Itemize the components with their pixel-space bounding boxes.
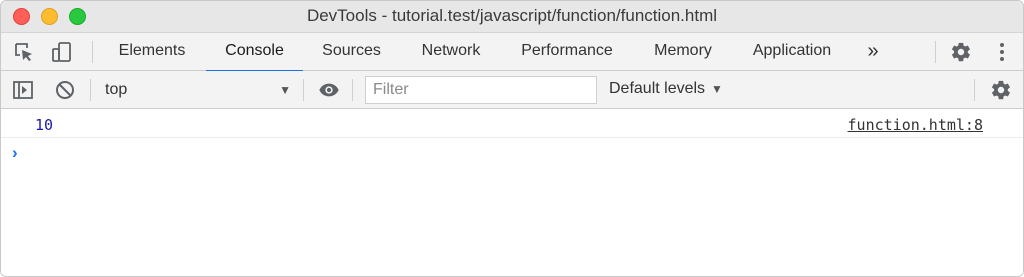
context-value: top [105,81,128,98]
tab-elements[interactable]: Elements [105,33,199,71]
tab-sources[interactable]: Sources [310,33,393,71]
prompt-chevron-icon: › [12,143,18,162]
context-select[interactable]: top ▼ [99,77,297,103]
console-toolbar: top ▼ Default levels ▼ [1,71,1023,109]
kebab-menu-icon[interactable] [991,41,1013,63]
filter-input[interactable] [365,76,597,104]
main-toolbar: Elements Console Sources Network Perform… [1,33,1023,72]
tab-application[interactable]: Application [740,33,844,71]
more-tabs-icon[interactable]: » [859,33,887,71]
window-title: DevTools - tutorial.test/javascript/func… [306,6,718,25]
toolbar-divider [303,79,304,101]
toolbar-divider [90,79,91,101]
console-settings-icon[interactable] [990,79,1012,101]
toolbar-divider [92,41,93,63]
console-prompt[interactable]: › [1,139,1023,167]
message-source-link[interactable]: function.html:8 [848,116,983,134]
eye-icon[interactable] [318,79,340,101]
devtools-window: DevTools - tutorial.test/javascript/func… [0,0,1024,277]
title-bar: DevTools - tutorial.test/javascript/func… [1,1,1023,33]
device-icon[interactable] [51,41,73,63]
console-output[interactable]: 10 function.html:8 › [1,110,1023,276]
tab-network[interactable]: Network [407,33,495,71]
sidebar-toggle-icon[interactable] [12,79,34,101]
dropdown-arrow-icon: ▼ [279,83,291,97]
message-value: 10 [35,116,54,134]
settings-icon[interactable] [950,41,972,63]
clear-icon[interactable] [54,79,76,101]
inspect-icon[interactable] [13,41,35,63]
console-message: 10 function.html:8 [1,110,1023,138]
toolbar-divider [974,79,975,101]
log-levels-dropdown[interactable]: Default levels ▼ [609,80,723,98]
toolbar-divider [935,41,936,63]
tab-memory[interactable]: Memory [641,33,725,71]
toolbar-divider [352,79,353,101]
dropdown-arrow-icon: ▼ [711,82,723,96]
tab-performance[interactable]: Performance [509,33,625,71]
log-levels-label: Default levels [609,80,706,97]
tab-console[interactable]: Console [206,33,303,72]
